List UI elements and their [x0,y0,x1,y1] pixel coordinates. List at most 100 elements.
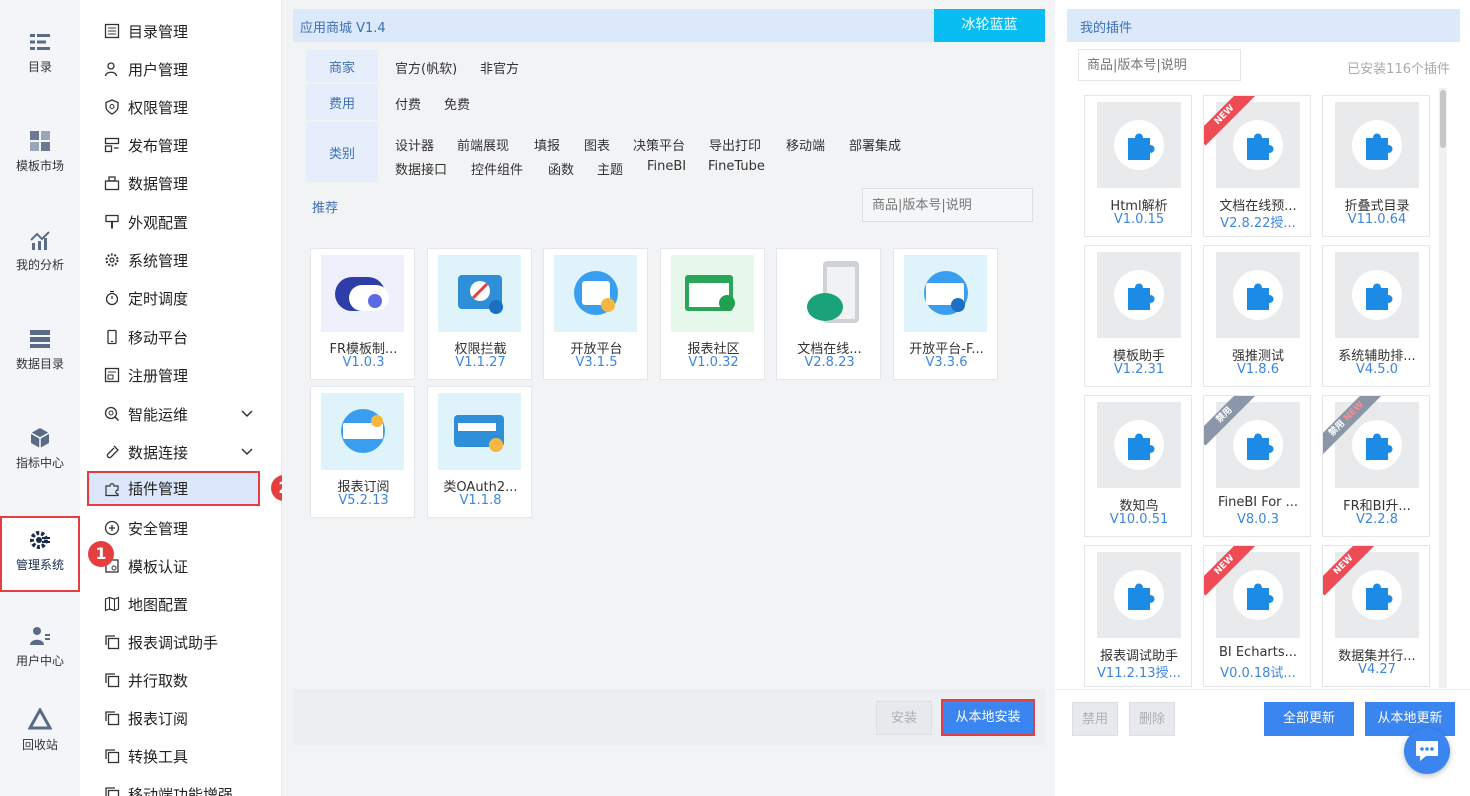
menu-item-publish-management[interactable]: 发布管理 [80,128,281,162]
menu-item-scheduled-tasks[interactable]: 定时调度 [80,281,281,315]
filter-option[interactable]: 官方(帆软) [395,58,457,77]
plugin-version: V8.0.3 [1237,512,1279,527]
menu-item-label: 权限管理 [128,98,189,117]
my-plugins-panel: 我的插件 已安装116个插件 Html解析V1.0.15文档在线预...V2.8… [1055,0,1470,796]
installed-plugin-card[interactable]: 报表调试助手 V11.2.13授... [1084,545,1192,687]
menu-item-data-management[interactable]: 数据管理 [80,166,281,200]
installed-plugin-card[interactable]: 系统辅助排... V4.5.0 [1322,245,1430,387]
menu-item-mobile-enhancement[interactable]: 移动端功能增强 [80,777,281,796]
menu-item-user-management[interactable]: 用户管理 [80,52,281,86]
register-icon [104,367,120,383]
copy-icon [105,787,120,796]
installed-plugin-card[interactable]: FineBI For ... V8.0.3 禁用 [1203,395,1311,537]
theme-button[interactable]: 冰轮蓝蓝 [934,9,1045,42]
menu-item-label: 地图配置 [128,595,189,614]
cube-icon [30,428,50,448]
filter-option[interactable]: 数据接口 [395,159,447,178]
store-card[interactable]: 文档在线... V2.8.23 [776,248,881,380]
filter-option[interactable]: 导出打印 [709,135,761,154]
menu-item-report-subscription[interactable]: 报表订阅 [80,701,281,735]
local-install-button[interactable]: 从本地安装 [941,699,1035,736]
rail-item-template-market[interactable]: 模板市场 [0,129,80,205]
menu-item-map-config[interactable]: 地图配置 [80,587,281,621]
menu-item-plugin-management[interactable]: 插件管理 [87,471,260,506]
filter-option[interactable]: 前端展现 [457,135,509,154]
plugin-thumbnail [1097,102,1181,188]
menu-item-label: 并行取数 [128,671,189,690]
installed-plugin-card[interactable]: Html解析 V1.0.15 [1084,95,1192,237]
filter-option[interactable]: 部署集成 [849,135,901,154]
filter-label-merchant: 商家 [306,50,378,82]
disable-button[interactable]: 禁用 [1072,702,1118,736]
card-version: V3.3.6 [925,355,968,370]
scroll-thumb[interactable] [1440,90,1446,148]
filter-option[interactable]: 填报 [534,135,560,154]
filter-option[interactable]: 主题 [597,159,623,178]
rail-item-user-center[interactable]: 用户中心 [0,624,80,700]
brush-icon [105,214,119,229]
chevron-down-icon[interactable] [240,445,254,459]
store-card[interactable]: 权限拦截 V1.1.27 [427,248,532,380]
menu-item-permission-management[interactable]: 权限管理 [80,90,281,124]
rail-item-recycle-bin[interactable]: 回收站 [0,708,80,784]
filter-option[interactable]: 控件组件 [471,159,523,178]
installed-plugin-card[interactable]: 数知鸟 V10.0.51 [1084,395,1192,537]
update-all-button[interactable]: 全部更新 [1264,702,1354,736]
installed-plugin-card[interactable]: 数据集并行... V4.27 NEW [1322,545,1430,687]
menu-item-system-management[interactable]: 系统管理 [80,243,281,277]
installed-plugin-card[interactable]: BI Echarts... V0.0.18试... NEW [1203,545,1311,687]
store-search-input[interactable] [862,188,1033,222]
rail-item-metrics-center[interactable]: 指标中心 [0,426,80,502]
installed-plugin-card[interactable]: 模板助手 V1.2.31 [1084,245,1192,387]
card-version: V2.8.23 [804,355,855,370]
my-plugins-search-input[interactable] [1078,49,1241,81]
publish-icon [104,137,120,153]
filter-option[interactable]: 付费 [395,94,421,113]
menu-item-conversion-tool[interactable]: 转换工具 [80,739,281,773]
rail-item-admin-system[interactable]: 管理系统 [0,516,80,592]
menu-item-directory-management[interactable]: 目录管理 [80,14,281,48]
filter-option[interactable]: 免费 [444,94,470,113]
app: 目录 模板市场 我的分析 数据目录 指标中心 管理系统 用户中心 回收站 目录管… [0,0,1470,796]
rail-item-data-directory[interactable]: 数据目录 [0,327,80,403]
installed-plugin-card[interactable]: 强推测试 V1.8.6 [1203,245,1311,387]
chevron-down-icon[interactable] [240,407,254,421]
store-card[interactable]: 开放平台-F... V3.3.6 [893,248,998,380]
filter-option[interactable]: 设计器 [395,135,434,154]
filter-option[interactable]: 移动端 [786,135,825,154]
install-button[interactable]: 安装 [876,701,932,735]
filter-option[interactable]: 图表 [584,135,610,154]
menu-item-smart-ops[interactable]: 智能运维 [80,397,281,431]
filter-option[interactable]: FineBI [647,159,686,174]
filter-option[interactable]: FineTube [708,159,765,174]
installed-plugin-card[interactable]: 文档在线预... V2.8.22授... NEW [1203,95,1311,237]
delete-button[interactable]: 删除 [1129,702,1175,736]
admin-menu: 目录管理 用户管理 权限管理 发布管理 数据管理 外观配置 系统管理 定时调度 [80,0,282,796]
filter-option[interactable]: 非官方 [480,58,519,77]
menu-item-appearance-config[interactable]: 外观配置 [80,205,281,239]
store-card[interactable]: 报表订阅 V5.2.13 [310,386,415,518]
installed-plugin-card[interactable]: FR和BI升... V2.2.8 禁用 NEW [1322,395,1430,537]
store-card[interactable]: 类OAuth2... V1.1.8 [427,386,532,518]
filter-option[interactable]: 决策平台 [633,135,685,154]
chat-button[interactable] [1404,728,1450,774]
store-card[interactable]: FR模板制... V1.0.3 [310,248,415,380]
store-title: 应用商城 V1.4 [300,21,386,36]
store-card[interactable]: 开放平台 V3.1.5 [543,248,648,380]
menu-item-registration-management[interactable]: 注册管理 [80,358,281,392]
menu-item-report-debug-assistant[interactable]: 报表调试助手 [80,625,281,659]
store-card[interactable]: 报表社区 V1.0.32 [660,248,765,380]
menu-item-security-management[interactable]: 安全管理 [80,511,281,545]
scrollbar[interactable] [1439,88,1447,688]
rail-item-my-analysis[interactable]: 我的分析 [0,228,80,304]
menu-item-label: 发布管理 [128,136,189,155]
menu-item-parallel-fetch[interactable]: 并行取数 [80,663,281,697]
user-icon [104,62,118,77]
installed-plugin-card[interactable]: 折叠式目录 V11.0.64 [1322,95,1430,237]
my-plugins-title: 我的插件 [1080,21,1133,36]
rail-item-directory[interactable]: 目录 [0,30,80,106]
card-version: V3.1.5 [575,355,618,370]
menu-item-mobile-platform[interactable]: 移动平台 [80,320,281,354]
menu-item-data-connection[interactable]: 数据连接 [80,435,281,469]
filter-option[interactable]: 函数 [548,159,574,178]
